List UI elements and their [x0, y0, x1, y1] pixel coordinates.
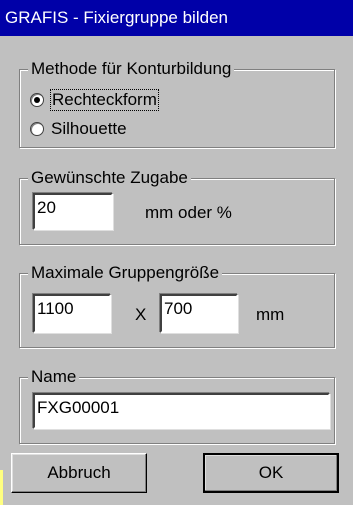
ok-button[interactable]: OK — [203, 453, 339, 493]
dialog-window: GRAFIS - Fixiergruppe bilden Methode für… — [0, 0, 353, 505]
allowance-unit-label: mm oder % — [145, 203, 232, 222]
radio-silhouette[interactable]: Silhouette — [30, 118, 127, 140]
times-separator: X — [135, 305, 147, 324]
max-size-group-label: Maximale Gruppengröße — [28, 262, 223, 284]
max-height-input[interactable]: 700 — [160, 294, 238, 333]
cancel-button[interactable]: Abbruch — [11, 453, 147, 493]
title-bar[interactable]: GRAFIS - Fixiergruppe bilden — [0, 0, 353, 36]
radio-silhouette-label[interactable]: Silhouette — [51, 119, 127, 139]
allowance-group-label: Gewünschte Zugabe — [28, 167, 191, 189]
window-title: GRAFIS - Fixiergruppe bilden — [5, 8, 228, 27]
method-groupbox: Methode für Konturbildung Rechteckform S… — [19, 58, 335, 148]
radio-button[interactable] — [30, 122, 44, 136]
radio-rechteckform-label[interactable]: Rechteckform — [50, 89, 159, 111]
max-width-input[interactable]: 1100 — [33, 294, 111, 333]
allowance-input[interactable]: 20 — [33, 193, 113, 230]
window-edge-highlight — [0, 470, 3, 505]
radio-button-selected[interactable] — [30, 93, 44, 107]
max-size-unit-label: mm — [256, 305, 285, 324]
method-group-label: Methode für Konturbildung — [28, 58, 235, 80]
name-group-label: Name — [28, 366, 80, 388]
name-input[interactable]: FXG00001 — [33, 393, 330, 429]
radio-rechteckform[interactable]: Rechteckform — [30, 89, 159, 111]
